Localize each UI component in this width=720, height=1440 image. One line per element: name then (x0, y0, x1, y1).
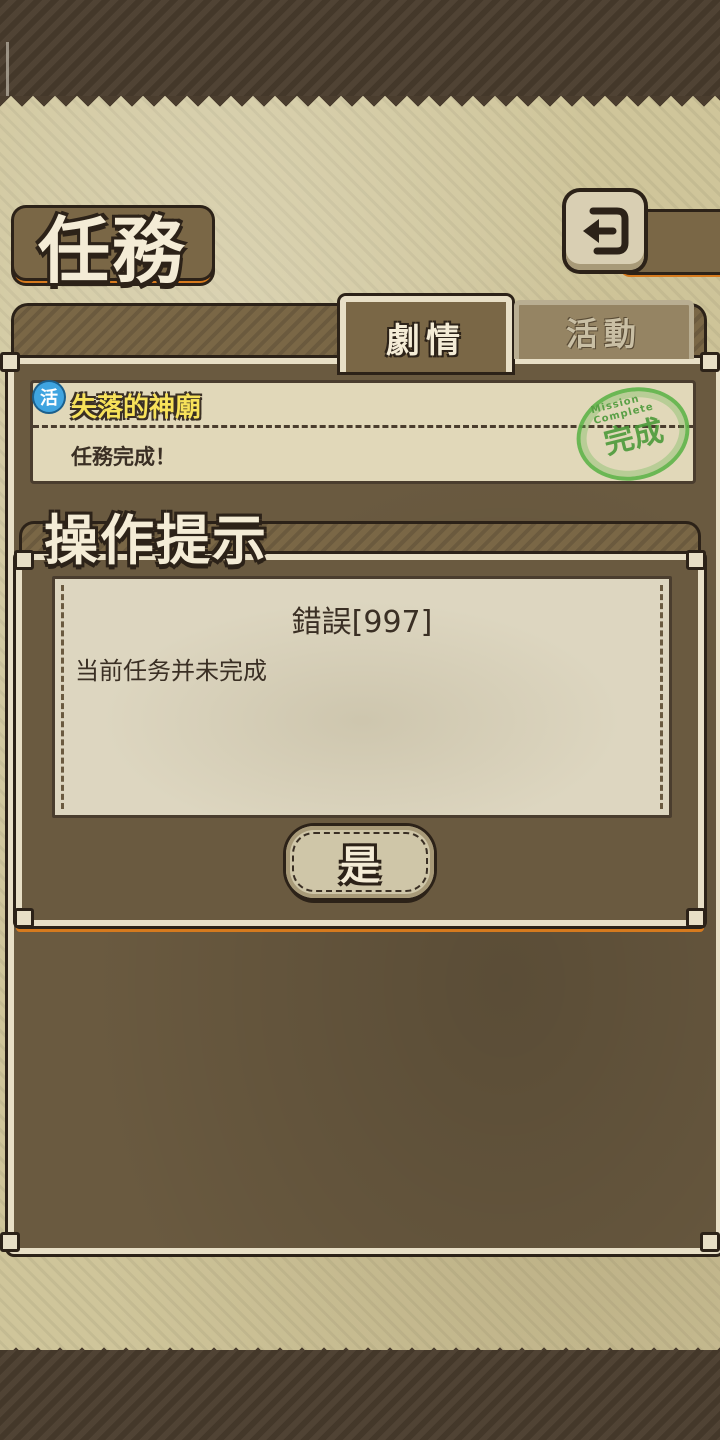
quest-title: 失落的神廟 (71, 393, 202, 423)
top-band (0, 0, 720, 100)
frame-corner (686, 908, 706, 928)
page-title: 任務 (38, 208, 187, 293)
dialog-message-area: 錯誤[997] 当前任务并未完成 (52, 576, 672, 818)
bottom-band (0, 1350, 720, 1440)
frame-corner (0, 1232, 20, 1252)
dialog-error-code: 錯誤[997] (291, 605, 433, 640)
back-button[interactable] (566, 192, 644, 270)
dialog-title: 操作提示 (44, 508, 268, 572)
active-quest-icon: 活 (34, 382, 64, 412)
quest-status: 任務完成！ (71, 445, 176, 469)
zigzag-border-top (0, 96, 720, 118)
confirm-button-label: 是 (340, 843, 380, 889)
frame-corner (14, 550, 34, 570)
tab-story[interactable]: 劇情 (340, 296, 512, 372)
dialog-message: 当前任务并未完成 (75, 657, 267, 685)
frame-corner (700, 352, 720, 372)
frame-corner (0, 352, 20, 372)
status-indicator (6, 42, 9, 98)
tab-activity[interactable]: 活動 (514, 300, 694, 359)
confirm-button[interactable]: 是 (286, 826, 434, 898)
frame-corner (686, 550, 706, 570)
back-arrow-icon (583, 207, 629, 255)
frame-corner (700, 1232, 720, 1252)
frame-corner (14, 908, 34, 928)
